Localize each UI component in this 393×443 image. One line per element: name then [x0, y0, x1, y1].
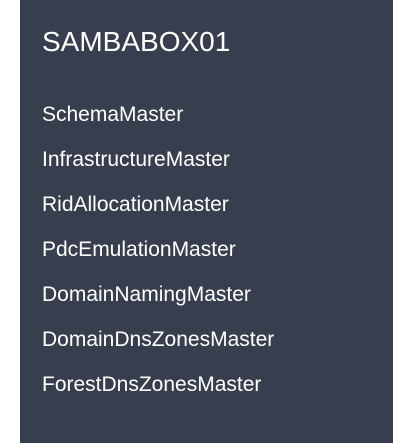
- role-item-forest-dns-zones-master: ForestDnsZonesMaster: [42, 373, 262, 396]
- role-item-rid-allocation-master: RidAllocationMaster: [42, 193, 229, 216]
- server-roles-panel: SAMBABOX01 SchemaMaster InfrastructureMa…: [20, 0, 393, 443]
- role-item-infrastructure-master: InfrastructureMaster: [42, 148, 230, 171]
- fsmo-roles-list: SchemaMaster InfrastructureMaster RidAll…: [42, 103, 274, 418]
- server-name-title: SAMBABOX01: [42, 26, 231, 57]
- role-item-schema-master: SchemaMaster: [42, 103, 184, 126]
- role-item-pdc-emulation-master: PdcEmulationMaster: [42, 238, 236, 261]
- role-item-domain-naming-master: DomainNamingMaster: [42, 283, 251, 306]
- role-item-domain-dns-zones-master: DomainDnsZonesMaster: [42, 328, 275, 351]
